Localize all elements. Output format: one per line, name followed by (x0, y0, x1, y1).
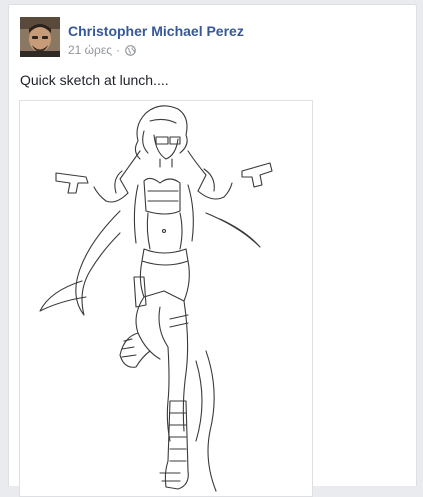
avatar-photo (20, 17, 60, 57)
post-text: Quick sketch at lunch.... (20, 72, 169, 88)
meta-separator: · (116, 43, 121, 57)
globe-icon[interactable] (125, 44, 136, 56)
post-timestamp[interactable]: 21 ώρες (68, 43, 112, 57)
post-image[interactable] (19, 100, 313, 497)
author-avatar[interactable] (20, 17, 60, 57)
author-name-link[interactable]: Christopher Michael Perez (68, 23, 244, 39)
feed-post: Christopher Michael Perez 21 ώρες · Quic… (8, 4, 417, 497)
post-meta: 21 ώρες · (68, 43, 136, 57)
sketch-drawing (39, 105, 273, 492)
